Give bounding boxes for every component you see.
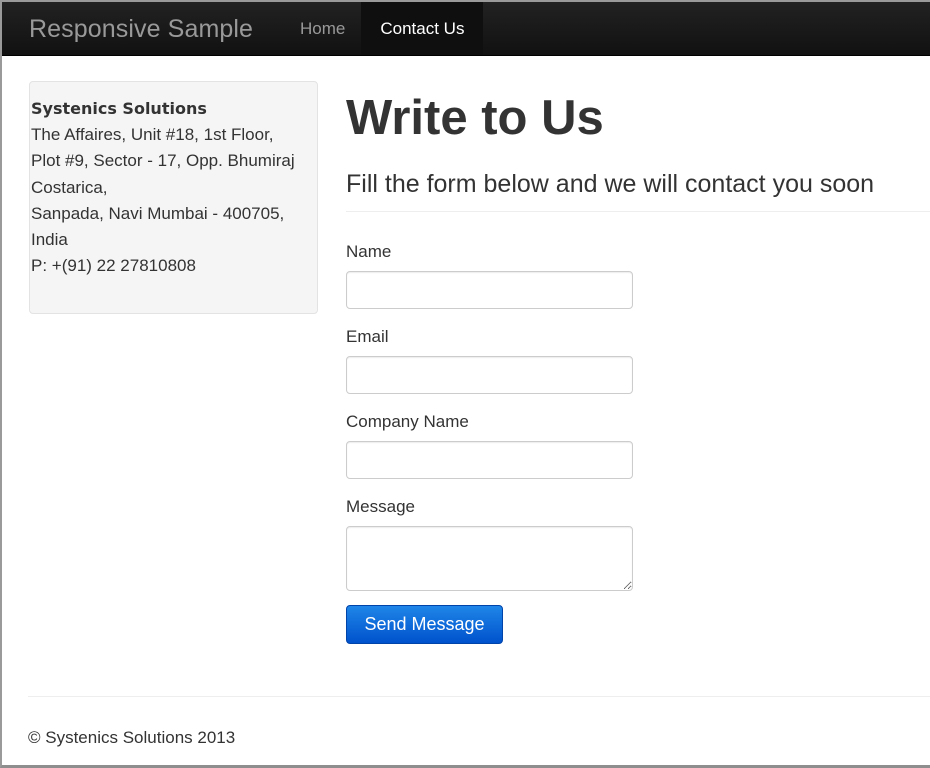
address-line-2: Plot #9, Sector - 17, Opp. Bhumiraj [31, 151, 295, 171]
page-title: Write to Us [346, 91, 604, 145]
message-textarea[interactable] [346, 526, 633, 591]
email-input[interactable] [346, 356, 633, 394]
message-label: Message [346, 497, 415, 516]
brand-link[interactable]: Responsive Sample [29, 15, 253, 44]
email-label: Email [346, 327, 389, 346]
company-name-label: Company Name [346, 412, 469, 431]
nav-item-home[interactable]: Home [284, 2, 361, 55]
address-line-5: India [31, 230, 68, 250]
address-panel: Systenics Solutions The Affaires, Unit #… [29, 81, 318, 314]
footer-copyright: © Systenics Solutions 2013 [28, 728, 236, 747]
send-message-button[interactable]: Send Message [346, 605, 503, 644]
header-divider [346, 211, 930, 212]
page-subtitle: Fill the form below and we will contact … [346, 170, 875, 198]
nav-menu: Home Contact Us [284, 2, 484, 55]
name-input[interactable] [346, 271, 633, 309]
nav-item-contact-us[interactable]: Contact Us [361, 2, 484, 55]
address-line-3: Costarica, [31, 177, 108, 197]
name-label: Name [346, 242, 392, 261]
address-line-1: The Affaires, Unit #18, 1st Floor, [31, 125, 274, 145]
phone-number: P: +(91) 22 27810808 [31, 256, 196, 276]
address-line-4: Sanpada, Navi Mumbai - 400705, [31, 203, 285, 223]
company-name: Systenics Solutions [31, 99, 207, 118]
navbar: Responsive Sample Home Contact Us [2, 2, 930, 56]
footer-divider [28, 696, 930, 697]
company-name-input[interactable] [346, 441, 633, 479]
